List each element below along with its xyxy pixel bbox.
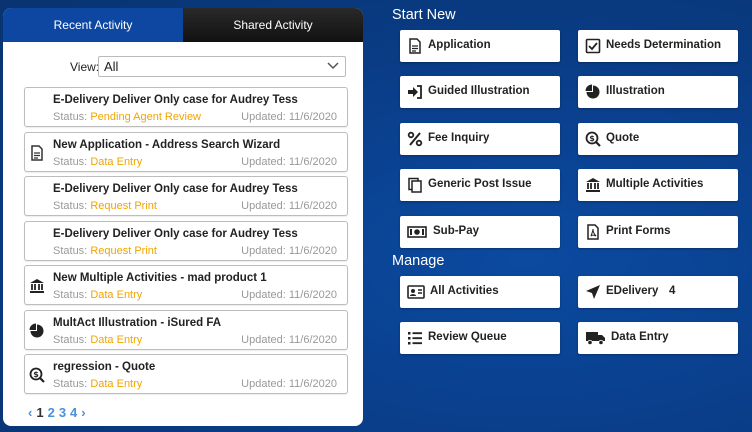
activity-title: New Application - Address Search Wizard [53,138,281,151]
fee-inquiry-button[interactable]: Fee Inquiry [400,123,560,155]
button-label: Needs Determination [606,39,722,51]
activity-status: Status: Request Print [53,200,157,212]
button-label: Application [428,39,491,51]
activity-title: E-Delivery Deliver Only case for Audrey … [53,94,298,106]
copy-icon [407,177,423,193]
location-arrow-icon [585,284,601,300]
activity-title: MultAct Illustration - iSured FA [53,316,222,329]
dollar-search-icon: $ [585,131,601,147]
percent-icon [407,131,423,147]
list-item[interactable]: $ regression - Quote Status: Data Entry … [24,354,348,394]
sign-in-icon [407,84,423,100]
pdf-icon [585,224,601,240]
pagination: ‹ 1 2 3 4 › [28,405,86,420]
pager-prev[interactable]: ‹ [28,405,32,420]
tab-recent-activity[interactable]: Recent Activity [3,8,183,42]
view-select-value: All [104,59,119,74]
all-activities-button[interactable]: All Activities [400,276,560,308]
activity-updated: Updated: 11/6/2020 [241,200,337,212]
needs-determination-button[interactable]: Needs Determination [578,30,738,62]
activity-list: E-Delivery Deliver Only case for Audrey … [24,87,348,399]
activity-status: Status: Data Entry [53,155,143,168]
button-label: Fee Inquiry [428,132,490,144]
activity-updated: Updated: 11/6/2020 [241,333,337,346]
pager-page-3[interactable]: 3 [59,405,66,420]
money-icon [407,224,427,240]
pager-page-2[interactable]: 2 [48,405,55,420]
manage-title: Manage [392,253,445,269]
button-label: Review Queue [428,331,507,343]
button-label: Generic Post Issue [428,178,532,190]
list-item[interactable]: E-Delivery Deliver Only case for Audrey … [24,176,348,216]
tab-shared-activity[interactable]: Shared Activity [183,8,363,42]
list-item[interactable]: New Application - Address Search Wizard … [24,131,348,172]
generic-post-issue-button[interactable]: Generic Post Issue [400,169,560,201]
activity-updated: Updated: 11/6/2020 [241,244,337,257]
list-item[interactable]: MultAct Illustration - iSured FA Status:… [24,309,348,350]
chevron-down-icon [327,59,339,73]
guided-illustration-button[interactable]: Guided Illustration [400,76,560,108]
quote-button[interactable]: $ Quote [578,123,738,155]
bank-icon [29,278,45,294]
button-label: Sub-Pay [433,225,480,237]
pie-chart-icon [585,84,601,100]
start-new-title: Start New [392,7,456,23]
activity-status: Status: Data Entry [53,333,143,346]
activity-tabs: Recent Activity Shared Activity [3,8,363,42]
activity-updated: Updated: 11/6/2020 [241,289,337,301]
dollar-search-icon: $ [29,367,45,383]
document-icon [407,38,423,54]
application-button[interactable]: Application [400,30,560,62]
list-item[interactable]: E-Delivery Deliver Only case for Audrey … [24,87,348,127]
button-label: All Activities [430,285,499,297]
data-entry-button[interactable]: Data Entry [578,322,738,354]
list-item[interactable]: E-Delivery Deliver Only case for Audrey … [24,220,348,261]
svg-text:$: $ [589,134,595,143]
activity-panel: Recent Activity Shared Activity View: Al… [3,8,363,426]
button-label: EDelivery [606,285,659,297]
sub-pay-button[interactable]: Sub-Pay [400,216,560,248]
activity-status: Status: Data Entry [53,378,143,390]
activity-title: E-Delivery Deliver Only case for Audrey … [53,227,298,240]
bank-icon [585,177,601,193]
activity-title: New Multiple Activities - mad product 1 [53,272,267,284]
multiple-activities-button[interactable]: Multiple Activities [578,169,738,201]
list-icon [407,330,423,346]
activity-status: Status: Pending Agent Review [53,111,201,123]
pager-page-1[interactable]: 1 [36,405,43,420]
activity-updated: Updated: 11/6/2020 [241,378,337,390]
svg-text:$: $ [33,370,39,379]
truck-icon [585,330,607,346]
button-label: Multiple Activities [606,178,704,190]
edelivery-count-badge: 4 [669,285,676,297]
view-filter-row: View: All [3,56,363,78]
activity-status: Status: Request Print [53,244,157,257]
checkbox-icon [585,38,601,54]
pie-chart-icon [29,323,45,339]
id-card-icon [407,284,425,300]
view-label: View: [70,60,100,74]
button-label: Guided Illustration [428,85,530,97]
activity-title: regression - Quote [53,361,156,373]
list-item[interactable]: New Multiple Activities - mad product 1 … [24,265,348,305]
activity-title: E-Delivery Deliver Only case for Audrey … [53,183,298,195]
document-icon [29,144,45,161]
button-label: Print Forms [606,225,671,237]
button-label: Illustration [606,85,665,97]
pager-page-4[interactable]: 4 [70,405,77,420]
activity-status: Status: Data Entry [53,289,143,301]
button-label: Quote [606,132,640,144]
button-label: Data Entry [611,331,669,343]
review-queue-button[interactable]: Review Queue [400,322,560,354]
print-forms-button[interactable]: Print Forms [578,216,738,248]
illustration-button[interactable]: Illustration [578,76,738,108]
activity-updated: Updated: 11/6/2020 [241,155,337,168]
pager-next[interactable]: › [81,405,85,420]
activity-updated: Updated: 11/6/2020 [241,111,337,123]
view-select[interactable]: All [98,56,346,77]
edelivery-button[interactable]: EDelivery 4 [578,276,738,308]
